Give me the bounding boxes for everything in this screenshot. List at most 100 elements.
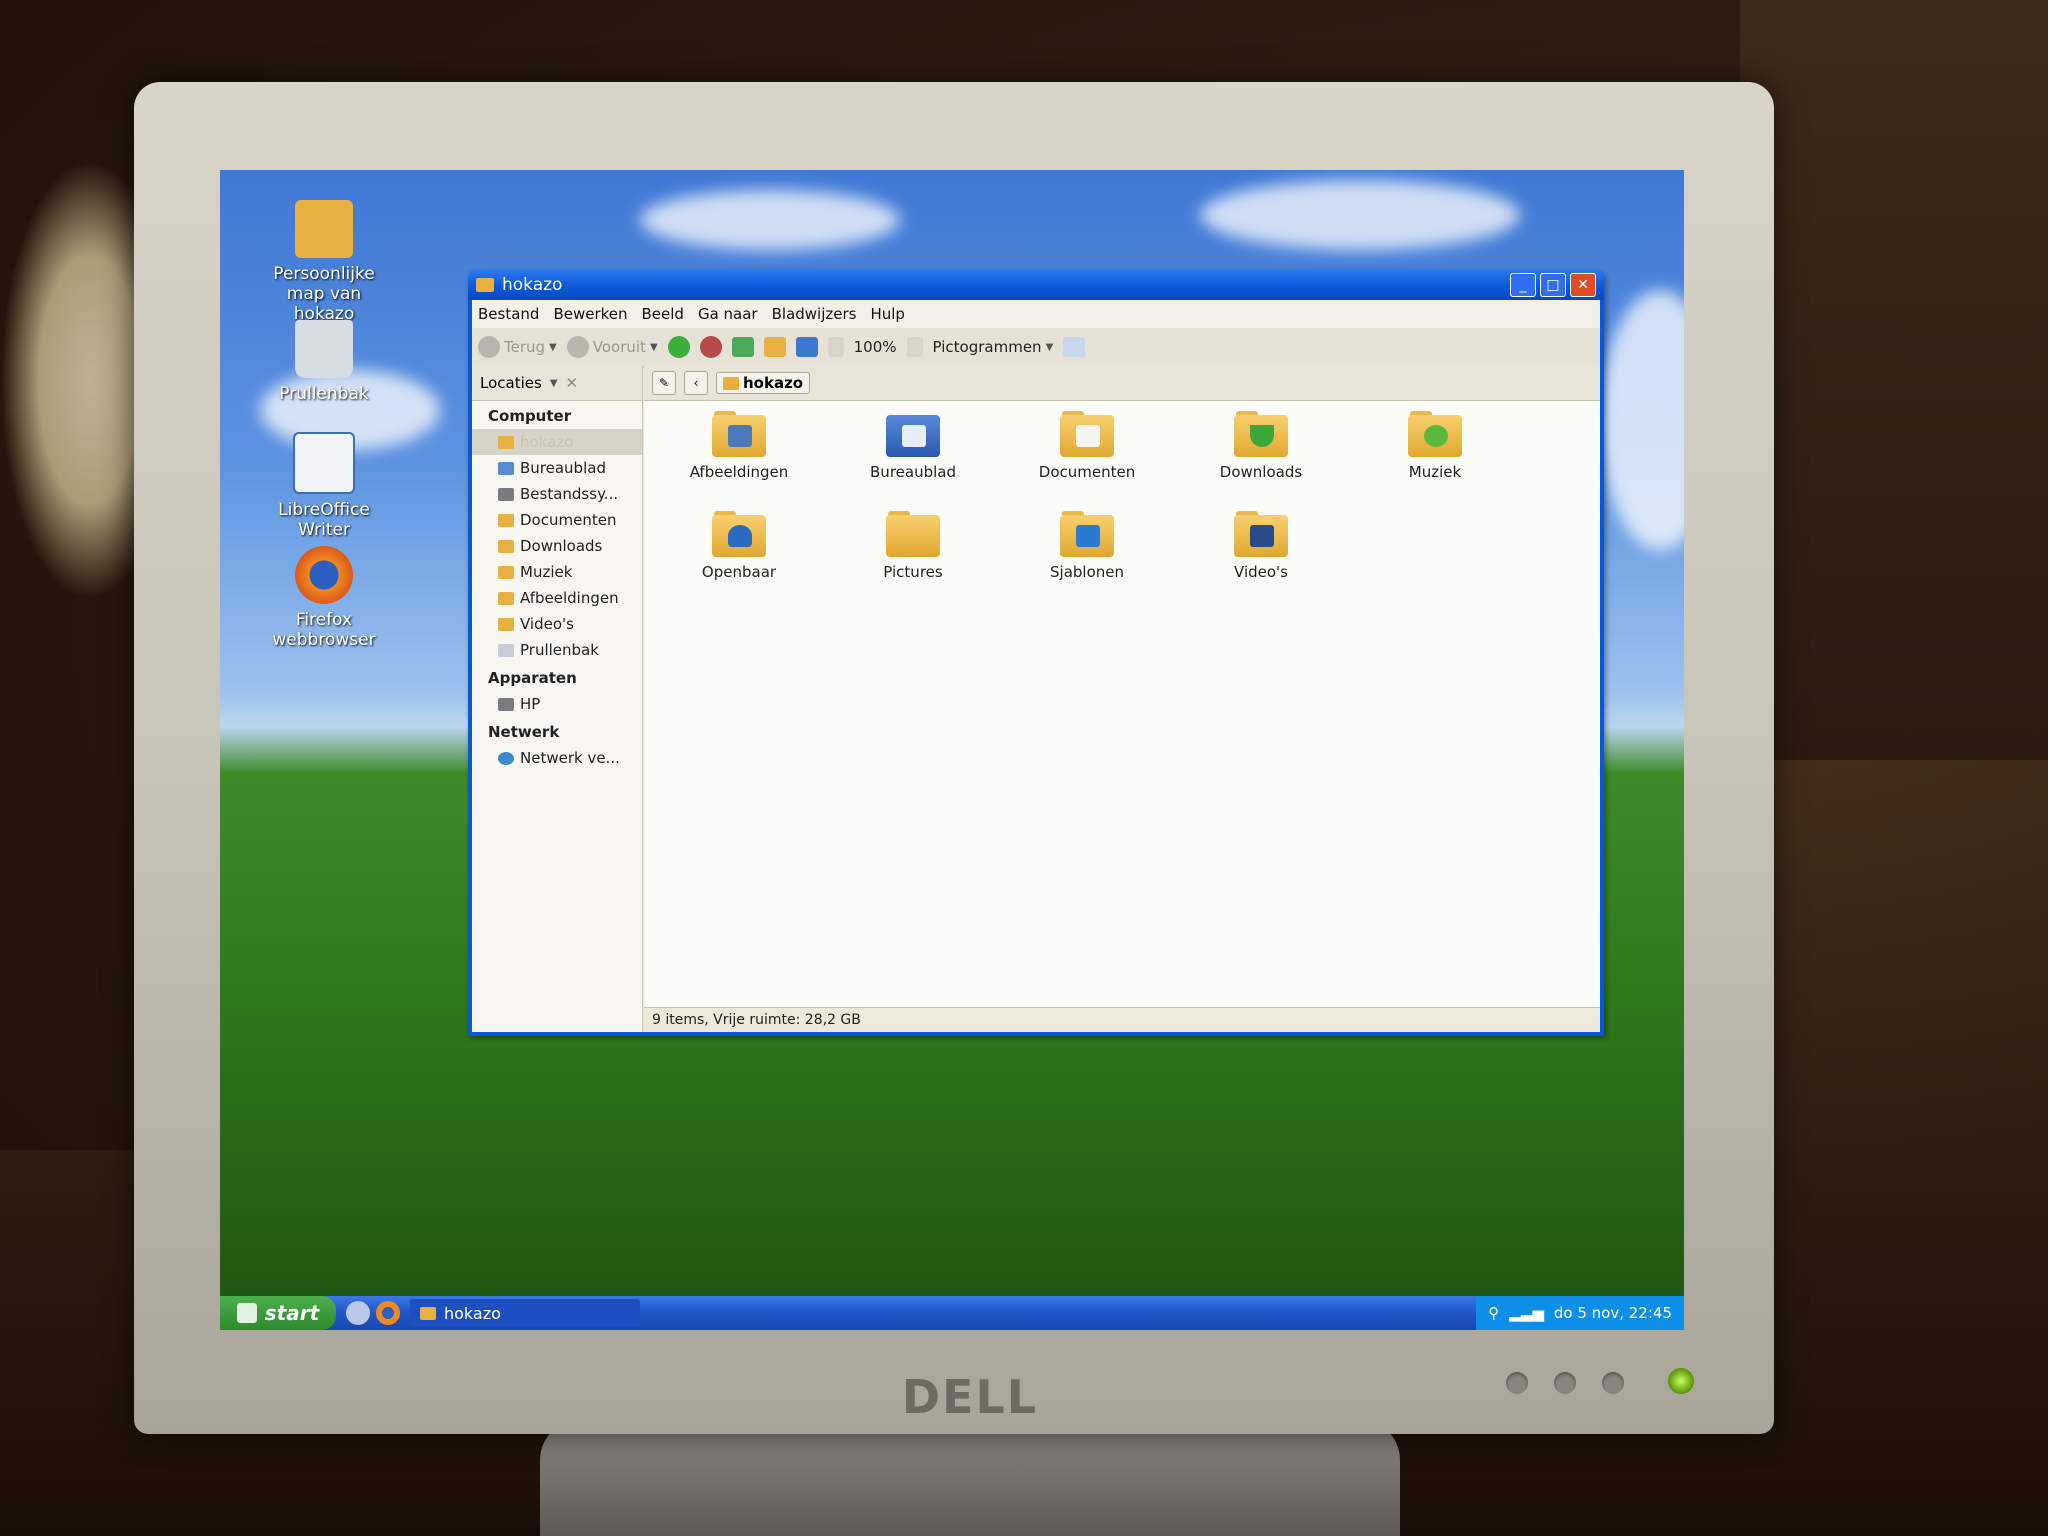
network-status-icon[interactable]: ⚲: [1488, 1304, 1499, 1322]
taskbar-task-hokazo[interactable]: hokazo: [410, 1299, 640, 1327]
forward-button[interactable]: Vooruit ▼: [566, 336, 658, 358]
chevron-down-icon: ▼: [549, 341, 557, 353]
zoom-out-icon[interactable]: [827, 337, 844, 357]
window-titlebar[interactable]: hokazo _ □ ✕: [468, 270, 1604, 300]
arrow-right-icon: [566, 336, 589, 358]
menu-hulp[interactable]: Hulp: [870, 305, 904, 323]
clock[interactable]: do 5 nov, 22:45: [1554, 1304, 1672, 1322]
folder-icon: [498, 513, 514, 527]
view-mode-select[interactable]: Pictogrammen ▼: [933, 338, 1054, 356]
wall: [1740, 0, 2048, 760]
sidebar-item-documenten[interactable]: Documenten: [472, 507, 642, 533]
desktop-icon-trash[interactable]: Prullenbak: [254, 320, 394, 404]
zoom-in-icon[interactable]: [906, 337, 923, 357]
trash-icon: [295, 320, 353, 378]
close-button[interactable]: ✕: [1570, 273, 1596, 297]
computer-icon[interactable]: [795, 337, 818, 357]
start-button[interactable]: start: [220, 1296, 336, 1330]
file-item-documenten[interactable]: Documenten: [1000, 411, 1174, 511]
sidebar-item-network[interactable]: Netwerk ve...: [472, 745, 642, 771]
file-label: Muziek: [1408, 463, 1462, 481]
flower: [0, 160, 150, 600]
back-label: Terug: [504, 338, 546, 356]
menu-bladwijzers[interactable]: Bladwijzers: [772, 305, 857, 323]
breadcrumb[interactable]: hokazo: [716, 372, 811, 394]
start-menu-icon: [236, 1303, 257, 1323]
monitor-menu-button[interactable]: [1506, 1372, 1528, 1394]
file-item-downloads[interactable]: Downloads: [1174, 411, 1348, 511]
back-button[interactable]: Terug ▼: [478, 336, 557, 358]
file-label: Sjablonen: [1050, 563, 1124, 581]
sidebar-item-label: Netwerk ve...: [520, 749, 620, 767]
sidebar-item-label: hokazo: [520, 433, 574, 451]
desktop-icon-label: Prullenbak: [279, 384, 369, 404]
breadcrumb-label: hokazo: [743, 374, 804, 392]
sidebar-item-label: HP: [520, 695, 541, 713]
monitor-adjust-button[interactable]: [1602, 1372, 1624, 1394]
desktop-folder-icon: [886, 411, 940, 457]
desktop-icon: [498, 461, 514, 475]
sidebar-item-downloads[interactable]: Downloads: [472, 533, 642, 559]
menu-beeld[interactable]: Beeld: [642, 305, 684, 323]
menu-ga-naar[interactable]: Ga naar: [698, 305, 758, 323]
reload-icon[interactable]: [731, 337, 754, 357]
chevron-down-icon: ▼: [1045, 341, 1054, 353]
file-item-pictures[interactable]: Pictures: [826, 511, 1000, 611]
search-icon[interactable]: [1063, 337, 1086, 357]
close-sidebar-icon[interactable]: ✕: [566, 374, 579, 392]
sidebar-item-filesystem[interactable]: Bestandssy...: [472, 481, 642, 507]
status-text: 9 items, Vrije ruimte: 28,2 GB: [652, 1012, 861, 1028]
file-item-sjablonen[interactable]: Sjablonen: [1000, 511, 1174, 611]
edit-location-icon[interactable]: ✎: [652, 371, 676, 395]
sidebar-item-hokazo[interactable]: hokazo: [472, 429, 642, 455]
sidebar-item-hp[interactable]: HP: [472, 691, 642, 717]
monitor-input-button[interactable]: [1554, 1372, 1576, 1394]
folder-icon: [498, 565, 514, 579]
stop-icon[interactable]: [699, 336, 722, 358]
file-item-videos[interactable]: Video's: [1174, 511, 1348, 611]
videos-folder-icon: [1234, 511, 1288, 557]
minimize-button[interactable]: _: [1510, 273, 1536, 297]
desktop-icon-writer[interactable]: LibreOffice Writer: [254, 432, 394, 540]
home-folder-icon[interactable]: [763, 337, 786, 357]
status-bar: 9 items, Vrije ruimte: 28,2 GB: [644, 1007, 1600, 1032]
sidebar-item-label: Bestandssy...: [520, 485, 619, 503]
folder-icon: [498, 617, 514, 631]
chevron-down-icon: ▼: [649, 341, 658, 353]
toolbar: Terug ▼ Vooruit ▼ 100% Pictogrammen ▼: [472, 328, 1600, 367]
file-item-bureaublad[interactable]: Bureaublad: [826, 411, 1000, 511]
file-label: Pictures: [883, 563, 943, 581]
desktop-icon-label: Firefox webbrowser: [272, 610, 376, 650]
desktop-icon-home[interactable]: Persoonlijke map van hokazo: [254, 200, 394, 324]
sidebar-item-videos[interactable]: Video's: [472, 611, 642, 637]
folder-icon: [886, 511, 940, 557]
sidebar-item-afbeeldingen[interactable]: Afbeeldingen: [472, 585, 642, 611]
sidebar-item-muziek[interactable]: Muziek: [472, 559, 642, 585]
sidebar-item-bureaublad[interactable]: Bureaublad: [472, 455, 642, 481]
menu-bestand[interactable]: Bestand: [478, 305, 539, 323]
file-item-afbeeldingen[interactable]: Afbeeldingen: [652, 411, 826, 511]
chevron-down-icon[interactable]: ▼: [550, 378, 558, 389]
file-manager-window: hokazo _ □ ✕ Bestand Bewerken Beeld Ga n…: [468, 270, 1604, 1036]
menu-bewerken[interactable]: Bewerken: [553, 305, 627, 323]
monitor-power-button[interactable]: [1668, 1368, 1694, 1394]
up-icon[interactable]: [667, 336, 690, 358]
folder-icon: [420, 1306, 436, 1320]
sidebar-item-label: Downloads: [520, 537, 603, 555]
signal-icon[interactable]: ▂▃▅: [1509, 1304, 1544, 1322]
maximize-button[interactable]: □: [1540, 273, 1566, 297]
music-folder-icon: [1408, 411, 1462, 457]
file-label: Bureaublad: [870, 463, 956, 481]
folder-icon: [498, 539, 514, 553]
folder-icon: [295, 200, 353, 258]
sidebar-section-apparaten: Apparaten: [488, 669, 577, 687]
chevron-left-icon[interactable]: ‹: [684, 371, 708, 395]
sidebar-item-prullenbak[interactable]: Prullenbak: [472, 637, 642, 663]
firefox-icon[interactable]: [376, 1301, 400, 1325]
file-item-openbaar[interactable]: Openbaar: [652, 511, 826, 611]
file-item-muziek[interactable]: Muziek: [1348, 411, 1522, 511]
task-label: hokazo: [444, 1303, 501, 1323]
templates-folder-icon: [1060, 511, 1114, 557]
show-desktop-icon[interactable]: [346, 1301, 370, 1325]
desktop-icon-firefox[interactable]: Firefox webbrowser: [254, 546, 394, 650]
